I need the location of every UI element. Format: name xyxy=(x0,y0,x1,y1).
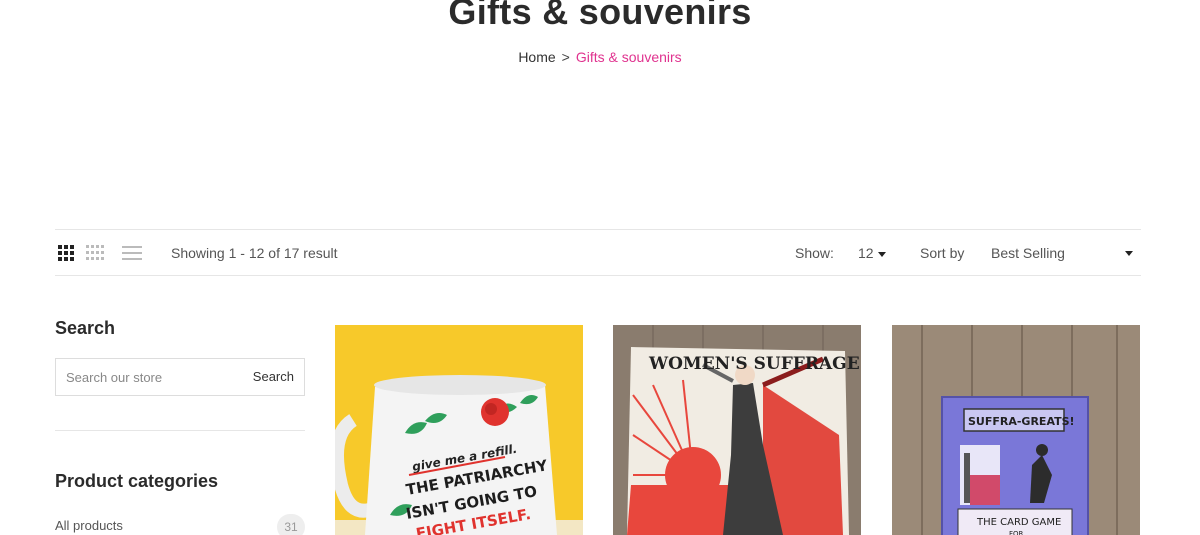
chevron-down-icon xyxy=(1125,251,1133,256)
product-image-tea-towel: WOMEN'S SUFFRAGE xyxy=(613,325,861,535)
list-icon[interactable] xyxy=(122,244,142,262)
grid-3-icon[interactable] xyxy=(57,244,77,262)
search-form: Search xyxy=(55,358,305,396)
breadcrumb-separator: > xyxy=(561,49,570,65)
show-per-page-select[interactable]: 12 xyxy=(858,245,886,261)
categories-widget-title: Product categories xyxy=(55,471,219,491)
svg-text:FOR: FOR xyxy=(1009,530,1024,535)
shop-toolbar: Showing 1 - 12 of 17 result Show: 12 Sor… xyxy=(55,229,1141,276)
show-per-page-value: 12 xyxy=(858,245,874,261)
breadcrumb-home-link[interactable]: Home xyxy=(518,49,555,65)
svg-text:SUFFRA-GREATS!: SUFFRA-GREATS! xyxy=(968,415,1075,428)
svg-text:THE CARD GAME: THE CARD GAME xyxy=(976,517,1061,528)
search-input[interactable] xyxy=(56,359,236,395)
search-button[interactable]: Search xyxy=(253,369,294,384)
search-widget-title: Search xyxy=(55,318,116,338)
show-label: Show: xyxy=(795,245,834,261)
sort-label: Sort by xyxy=(920,245,965,261)
sort-by-select[interactable]: Best Selling xyxy=(991,245,1141,261)
breadcrumb: Home > Gifts & souvenirs xyxy=(0,49,1200,65)
page-title: Gifts & souvenirs xyxy=(448,0,752,32)
product-card-mug[interactable]: give me a refill. THE PATRIARCHY ISN'T G… xyxy=(335,325,583,535)
sidebar-divider xyxy=(55,430,305,431)
breadcrumb-current: Gifts & souvenirs xyxy=(575,49,682,65)
category-item-all-products[interactable]: All products 31 xyxy=(55,514,305,535)
category-count-badge: 31 xyxy=(277,514,305,535)
sort-by-value: Best Selling xyxy=(991,245,1065,261)
category-label: All products xyxy=(55,518,123,533)
svg-text:WOMEN'S SUFFRAGE: WOMEN'S SUFFRAGE xyxy=(648,354,860,374)
product-card-tea-towel[interactable]: WOMEN'S SUFFRAGE xyxy=(613,325,861,535)
product-card-card-game[interactable]: SUFFRA-GREATS! THE CARD GAME FOR xyxy=(892,325,1140,535)
product-image-card-game: SUFFRA-GREATS! THE CARD GAME FOR xyxy=(892,325,1140,535)
sidebar: Search Search Product categories All pro… xyxy=(55,318,305,535)
chevron-down-icon xyxy=(877,251,886,257)
grid-4-icon[interactable] xyxy=(85,244,105,262)
result-count: Showing 1 - 12 of 17 result xyxy=(171,245,338,261)
product-image-mug: give me a refill. THE PATRIARCHY ISN'T G… xyxy=(335,325,583,535)
